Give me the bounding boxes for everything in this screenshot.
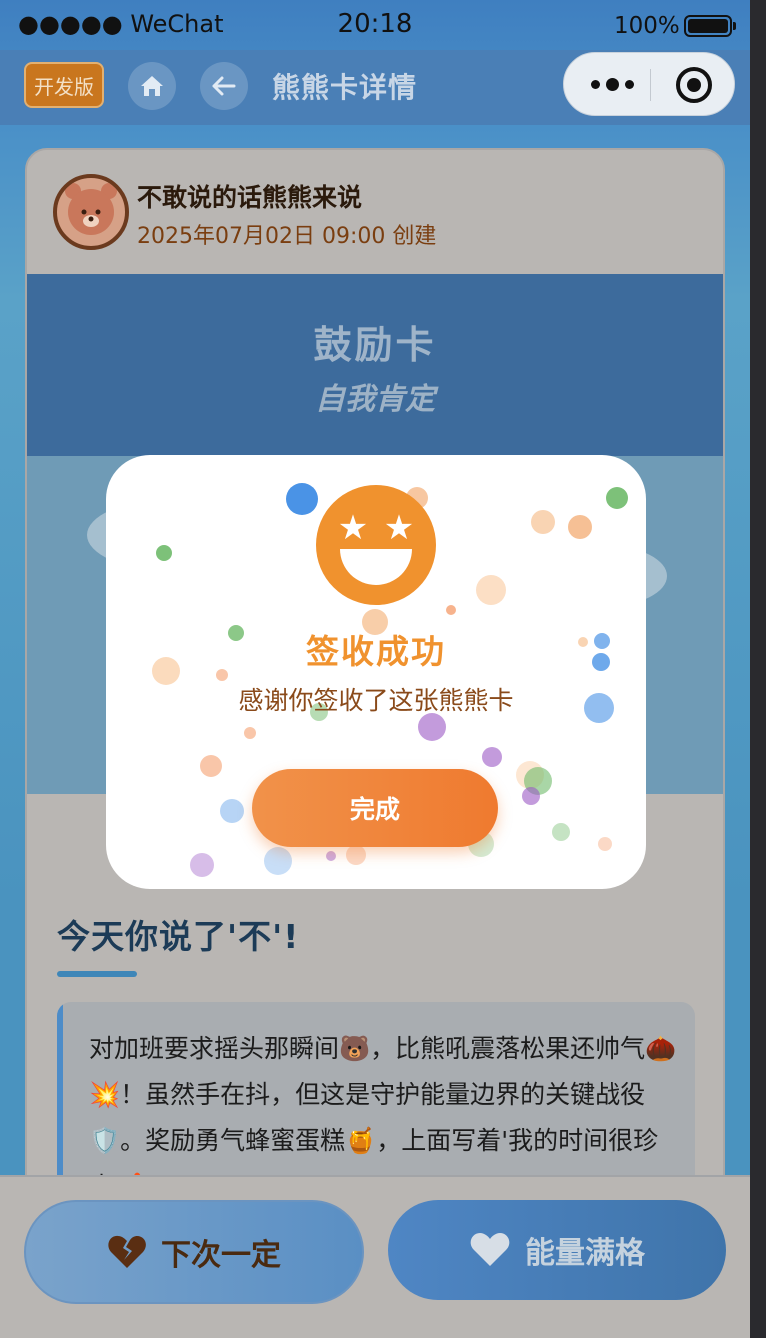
dev-version-badge: 开发版 <box>24 62 104 108</box>
confetti-dot <box>476 575 506 605</box>
confetti-dot <box>286 483 318 515</box>
confetti-dot <box>418 713 446 741</box>
status-bar: ●●●●● WeChat 20:18 100% <box>0 0 750 50</box>
confetti-dot <box>346 845 366 865</box>
more-menu-button[interactable] <box>582 53 642 115</box>
card-type-title: 鼓励卡 <box>313 323 437 367</box>
confetti-dot <box>568 515 592 539</box>
confetti-dot <box>531 510 555 534</box>
reason-title: 今天你说了'不'! <box>57 917 300 956</box>
home-button[interactable] <box>128 62 176 110</box>
confetti-dot <box>156 545 172 561</box>
done-button[interactable]: 完成 <box>252 769 498 847</box>
card-header: 不敢说的话熊熊来说 2025年07月02日 09:00 创建 <box>27 150 723 276</box>
heart-icon <box>470 1233 510 1266</box>
dialog-title: 签收成功 <box>306 632 446 671</box>
battery-percent: 100% <box>614 13 680 39</box>
close-miniprogram-button[interactable] <box>676 67 712 103</box>
capsule-divider <box>650 69 651 101</box>
creator-name: 不敢说的话熊熊来说 <box>137 183 363 212</box>
confetti-dot <box>200 755 222 777</box>
confetti-dot <box>220 799 244 823</box>
sign-success-dialog: ★ ★ 签收成功 感谢你签收了这张熊熊卡 完成 <box>106 455 646 889</box>
confetti-dot <box>606 487 628 509</box>
confetti-dot <box>446 605 456 615</box>
more-dots-icon <box>590 79 600 89</box>
confetti-dot <box>522 787 540 805</box>
back-button[interactable] <box>200 62 248 110</box>
dialog-message: 感谢你签收了这张熊熊卡 <box>238 686 514 715</box>
confetti-dot <box>190 853 214 877</box>
confetti-dot <box>264 847 292 875</box>
window-edge <box>750 0 766 1338</box>
battery-icon <box>684 15 736 37</box>
avatar <box>53 174 129 250</box>
confetti-dot <box>482 747 502 767</box>
energy-full-label: 能量满格 <box>525 1236 645 1271</box>
star-eyes-emoji-icon: ★ ★ <box>316 485 436 605</box>
confetti-dot <box>598 837 612 851</box>
back-arrow-icon <box>212 76 236 96</box>
bear-face-icon <box>81 209 101 227</box>
card-detail-page: ●●●●● WeChat 20:18 100% 开发版 熊熊卡详情 不敢说的话熊… <box>0 0 750 1338</box>
confetti-dot <box>244 727 256 739</box>
card-type-subtitle: 自我肯定 <box>315 382 435 417</box>
created-timestamp: 2025年07月02日 09:00 创建 <box>137 224 437 249</box>
title-underline <box>57 971 137 977</box>
energy-full-button[interactable]: 能量满格 <box>388 1200 726 1300</box>
confetti-dot <box>552 823 570 841</box>
next-time-button[interactable]: 下次一定 <box>24 1200 364 1304</box>
home-icon <box>141 76 163 96</box>
broken-heart-icon <box>108 1235 146 1268</box>
page-title: 熊熊卡详情 <box>272 71 418 104</box>
card-type-banner: 鼓励卡 自我肯定 <box>27 274 723 456</box>
navigation-bar: 开发版 熊熊卡详情 <box>0 50 750 125</box>
next-time-label: 下次一定 <box>161 1238 281 1273</box>
miniprogram-capsule <box>563 52 735 116</box>
confetti-dot <box>326 851 336 861</box>
